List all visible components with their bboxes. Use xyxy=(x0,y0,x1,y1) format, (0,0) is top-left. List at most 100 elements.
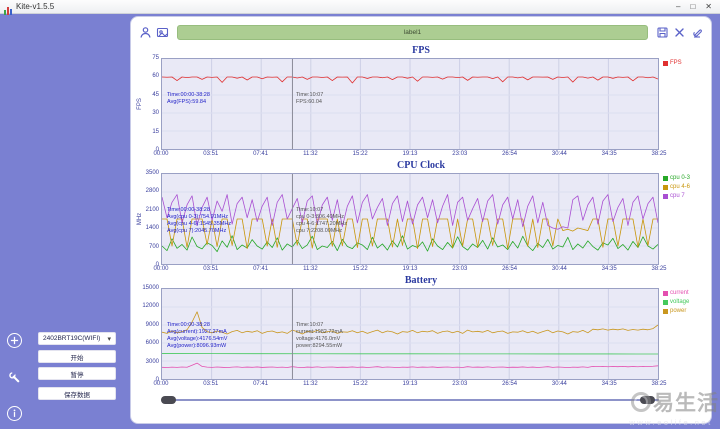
battery-y-axis: 0 3000 6000 9000 12000 15000 xyxy=(137,285,161,383)
sidebar: 2402BRT19C(WIFI) ▾ 开始 暂停 保存数据 xyxy=(0,14,130,429)
legend-swatch xyxy=(663,60,668,66)
battery-plot[interactable] xyxy=(161,288,659,380)
main-panel: label1 FPS FPS 0 15 30 45 60 75 Time:00:… xyxy=(130,16,712,424)
cpu-y-axis-label: MHz xyxy=(137,212,143,226)
fps-chart: FPS FPS 0 15 30 45 60 75 Time:00:00-38:28 Avg(… xyxy=(137,45,705,159)
fps-legend: FPS xyxy=(659,58,705,150)
battery-legend: current voltage power xyxy=(659,288,705,380)
legend-item: current xyxy=(663,290,705,296)
y-tick-label: 12000 xyxy=(142,303,159,310)
y-tick-label: 700 xyxy=(148,243,159,250)
x-tick-label: 38:25 xyxy=(651,381,667,387)
x-tick-label: 03:51 xyxy=(203,266,219,272)
fps-chart-title: FPS xyxy=(412,45,430,56)
save-data-button[interactable]: 保存数据 xyxy=(38,387,116,400)
legend-label: cpu 4-6 xyxy=(670,184,691,190)
slider-left-handle[interactable] xyxy=(161,396,176,404)
legend-swatch xyxy=(663,308,668,314)
legend-item: FPS xyxy=(663,60,705,66)
start-button[interactable]: 开始 xyxy=(38,350,116,363)
slider-right-handle[interactable] xyxy=(640,396,655,404)
x-tick-label: 26:54 xyxy=(502,266,518,272)
x-tick-label: 26:54 xyxy=(502,151,518,157)
x-tick-label: 07:41 xyxy=(253,381,269,387)
legend-swatch xyxy=(663,175,668,181)
legend-item: voltage xyxy=(663,299,705,305)
y-tick-label: 15000 xyxy=(142,285,159,291)
x-tick-label: 38:25 xyxy=(651,151,667,157)
y-tick-label: 75 xyxy=(152,55,159,61)
legend-swatch xyxy=(663,299,668,305)
x-tick-label: 19:13 xyxy=(402,381,418,387)
label-marker-bar[interactable]: label1 xyxy=(177,24,648,40)
wrench-icon[interactable] xyxy=(7,370,22,385)
legend-label: cpu 0-3 xyxy=(670,175,691,181)
slider-track[interactable] xyxy=(161,399,659,401)
x-tick-label: 19:13 xyxy=(402,151,418,157)
x-tick-label: 00:00 xyxy=(153,151,169,157)
battery-plot-area: Time:00:00-38:28 Avg(current):1927.27mA Av… xyxy=(161,288,659,380)
y-tick-label: 30 xyxy=(152,110,159,117)
window-title: Kite-v1.5.5 xyxy=(16,2,55,11)
x-tick-label: 34:35 xyxy=(601,151,617,157)
save-icon[interactable] xyxy=(656,26,669,39)
label-marker-text: label1 xyxy=(403,28,422,36)
save-data-button-label: 保存数据 xyxy=(64,391,90,399)
legend-label: power xyxy=(670,308,687,314)
legend-swatch xyxy=(663,193,668,199)
y-tick-label: 3000 xyxy=(145,358,159,365)
x-tick-label: 15:22 xyxy=(352,381,368,387)
user-icon[interactable] xyxy=(139,26,152,39)
cpu-x-axis: 00:00 03:51 07:41 11:32 15:22 19:13 23:03 26:54… xyxy=(153,265,666,274)
titlebar: Kite-v1.5.5 – □ ✕ xyxy=(0,0,720,15)
x-tick-label: 23:03 xyxy=(452,151,468,157)
pause-button[interactable]: 暂停 xyxy=(38,367,116,380)
x-tick-label: 38:25 xyxy=(651,266,667,272)
maximize-button[interactable]: □ xyxy=(690,0,695,14)
x-tick-label: 07:41 xyxy=(253,266,269,272)
x-tick-label: 15:22 xyxy=(352,151,368,157)
x-tick-label: 00:00 xyxy=(153,266,169,272)
fps-plot[interactable] xyxy=(161,58,659,150)
y-tick-label: 2800 xyxy=(145,188,159,195)
cpu-plot[interactable] xyxy=(161,173,659,265)
legend-label: FPS xyxy=(670,60,682,66)
y-tick-label: 9000 xyxy=(145,321,159,328)
info-icon[interactable] xyxy=(7,406,22,421)
x-tick-label: 23:03 xyxy=(452,381,468,387)
legend-label: cpu 7 xyxy=(670,193,685,199)
fps-x-axis: 00:00 03:51 07:41 11:32 15:22 19:13 23:03 26:54… xyxy=(153,150,666,159)
app-icon xyxy=(4,2,13,15)
x-tick-label: 00:00 xyxy=(153,381,169,387)
cpu-clock-chart-title: CPU Clock xyxy=(396,160,446,171)
legend-item: cpu 0-3 xyxy=(663,175,705,181)
x-tick-label: 03:51 xyxy=(203,151,219,157)
time-range-slider xyxy=(161,394,659,406)
add-icon[interactable] xyxy=(7,333,22,348)
x-tick-label: 11:32 xyxy=(303,381,318,387)
fps-plot-area: Time:00:00-38:28 Avg(FPS):59.84 Time:10:07… xyxy=(161,58,659,150)
close-button[interactable]: ✕ xyxy=(705,0,712,14)
y-tick-label: 2100 xyxy=(145,206,159,213)
x-tick-label: 07:41 xyxy=(253,151,269,157)
fps-y-axis-label: FPS xyxy=(137,98,143,110)
battery-x-axis: 00:00 03:51 07:41 11:32 15:22 19:13 23:03 26:54… xyxy=(153,380,666,389)
legend-item: power xyxy=(663,308,705,314)
screenshot-icon[interactable] xyxy=(156,26,169,39)
legend-swatch xyxy=(663,290,668,296)
toolbar: label1 xyxy=(139,22,703,42)
x-tick-label: 11:32 xyxy=(303,266,318,272)
legend-item: cpu 7 xyxy=(663,193,705,199)
x-tick-label: 30:44 xyxy=(551,381,567,387)
device-select[interactable]: 2402BRT19C(WIFI) ▾ xyxy=(38,332,116,345)
y-tick-label: 6000 xyxy=(145,340,159,347)
legend-label: voltage xyxy=(670,299,690,305)
cut-icon[interactable] xyxy=(673,26,686,39)
chevron-down-icon: ▾ xyxy=(107,335,111,343)
x-tick-label: 30:44 xyxy=(551,151,567,157)
x-tick-label: 23:03 xyxy=(452,266,468,272)
minimize-button[interactable]: – xyxy=(676,0,680,14)
x-tick-label: 19:13 xyxy=(402,266,418,272)
x-tick-label: 03:51 xyxy=(203,381,219,387)
eraser-icon[interactable] xyxy=(690,26,703,39)
